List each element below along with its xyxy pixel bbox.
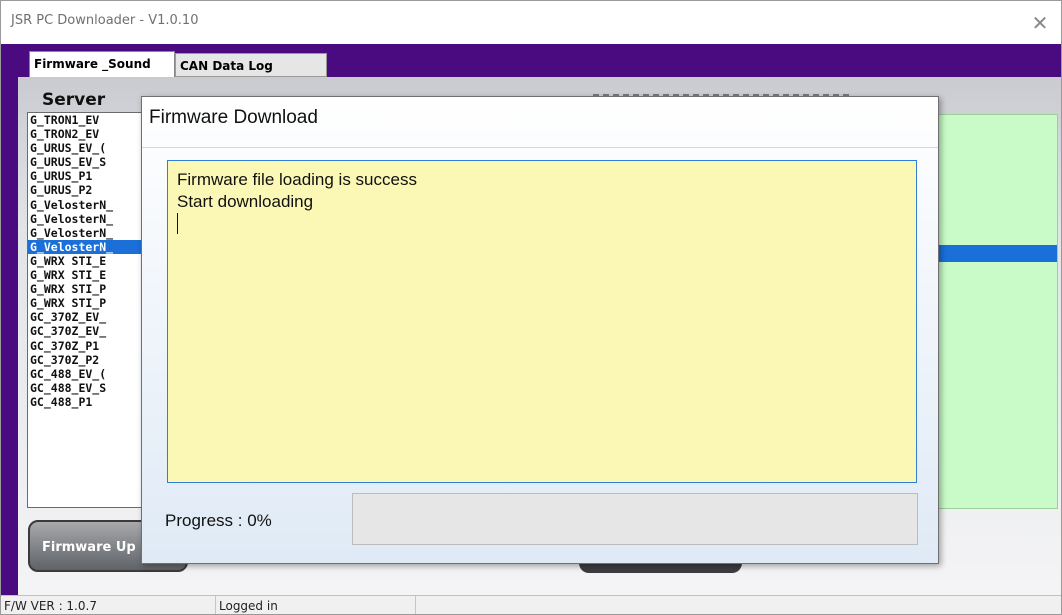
firmware-download-dialog: Firmware Download Firmware file loading … <box>141 96 939 564</box>
text-caret <box>177 213 907 235</box>
tab-firmware-sound[interactable]: Firmware _Sound <box>29 51 175 77</box>
app-window: JSR PC Downloader - V1.0.10 ✕ Firmware _… <box>0 0 1062 615</box>
tab-can-data-log[interactable]: CAN Data Log <box>175 53 327 77</box>
log-line: Firmware file loading is success <box>177 170 417 189</box>
device-list-panel[interactable] <box>936 114 1058 509</box>
close-icon[interactable]: ✕ <box>1025 9 1055 37</box>
log-line: Start downloading <box>177 192 314 211</box>
progress-label: Progress : 0% <box>165 511 272 530</box>
title-bar: JSR PC Downloader - V1.0.10 ✕ <box>1 1 1061 44</box>
fw-version-status: F/W VER : 1.0.7 <box>1 596 216 614</box>
download-log[interactable]: Firmware file loading is success Start d… <box>167 160 917 483</box>
dialog-title-divider <box>142 147 938 148</box>
dialog-title: Firmware Download <box>149 107 318 128</box>
status-bar: F/W VER : 1.0.7 Logged in <box>1 595 1061 614</box>
server-label: Server <box>42 90 106 110</box>
login-status: Logged in <box>216 596 416 614</box>
progress-bar <box>352 493 918 545</box>
window-title: JSR PC Downloader - V1.0.10 <box>11 13 199 28</box>
device-list-selection[interactable] <box>937 245 1057 262</box>
